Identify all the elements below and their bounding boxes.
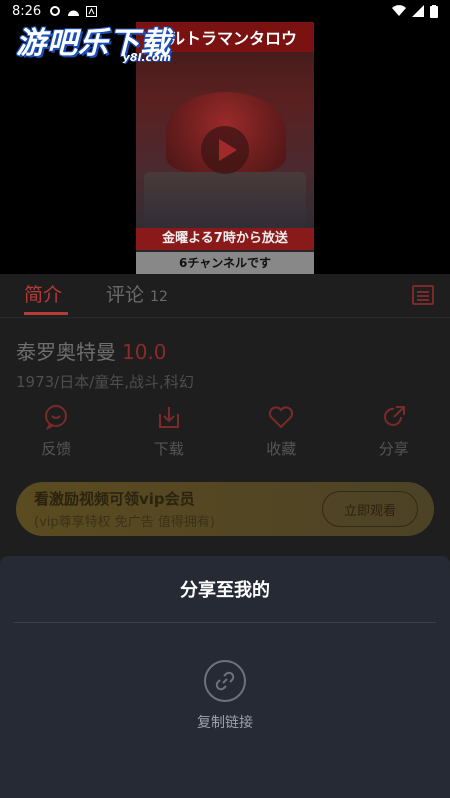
link-icon <box>215 671 235 691</box>
detail-tabs: 简介 评论 12 <box>0 274 450 318</box>
settings-notification-icon <box>50 6 61 16</box>
watch-now-button[interactable]: 立即观看 <box>322 491 418 527</box>
poster-channel-text: 6チャンネルです <box>136 252 314 274</box>
feedback-label: 反馈 <box>41 440 72 458</box>
wifi-icon <box>392 5 406 17</box>
share-bottom-sheet: 分享至我的 复制链接 <box>0 556 450 798</box>
battery-icon <box>430 4 438 18</box>
movie-title-row: 泰罗奥特曼 10.0 <box>16 336 167 365</box>
feedback-button[interactable]: 反馈 <box>0 404 113 464</box>
play-icon <box>218 139 237 161</box>
share-sheet-divider <box>14 622 436 623</box>
tab-comments[interactable]: 评论 12 <box>106 280 168 311</box>
share-label: 分享 <box>378 440 409 458</box>
signal-icon <box>412 5 424 17</box>
tab-intro-label: 简介 <box>24 284 63 306</box>
app-notification-icon <box>86 5 98 17</box>
download-label: 下载 <box>153 440 184 458</box>
vip-promo-text: 看激励视频可领vip会员 (vip尊享特权 免广告 值得拥有) <box>34 488 215 530</box>
share-icon <box>383 406 405 426</box>
watermark-url: y8l.com <box>122 51 171 64</box>
copy-link-button[interactable]: 复制链接 <box>194 660 256 732</box>
download-button[interactable]: 下载 <box>113 404 226 464</box>
share-sheet-title: 分享至我的 <box>180 580 270 601</box>
vip-promo-headline: 看激励视频可领vip会员 <box>34 490 195 508</box>
android-notification-icon <box>68 10 80 16</box>
status-time: 8:26 <box>12 3 42 19</box>
movie-score: 10.0 <box>122 340 167 364</box>
tab-intro[interactable]: 简介 <box>24 280 69 315</box>
link-icon-circle <box>204 660 246 702</box>
action-bar: 反馈 下载 收藏 分享 <box>0 404 450 464</box>
favorite-button[interactable]: 收藏 <box>225 404 338 464</box>
comment-list-icon[interactable] <box>412 285 434 305</box>
share-button[interactable]: 分享 <box>338 404 450 464</box>
vip-promo-banner[interactable]: 看激励视频可领vip会员 (vip尊享特权 免广告 值得拥有) 立即观看 <box>16 482 434 536</box>
play-button[interactable] <box>201 126 249 174</box>
movie-title: 泰罗奥特曼 <box>16 340 116 364</box>
feedback-icon <box>45 405 68 430</box>
poster-band-text: 金曜よる7時から放送 <box>136 228 314 250</box>
site-watermark-logo: 游吧乐下载 y8l.com <box>16 18 171 64</box>
comment-count: 12 <box>150 289 168 305</box>
favorite-label: 收藏 <box>266 440 297 458</box>
download-icon <box>158 407 179 428</box>
movie-meta: 1973/日本/童年,战斗,科幻 <box>16 373 194 391</box>
tab-comments-label: 评论 <box>106 284 145 306</box>
vip-promo-subline: (vip尊享特权 免广告 值得拥有) <box>34 515 215 530</box>
copy-link-label: 复制链接 <box>197 715 253 731</box>
heart-icon <box>269 406 294 429</box>
